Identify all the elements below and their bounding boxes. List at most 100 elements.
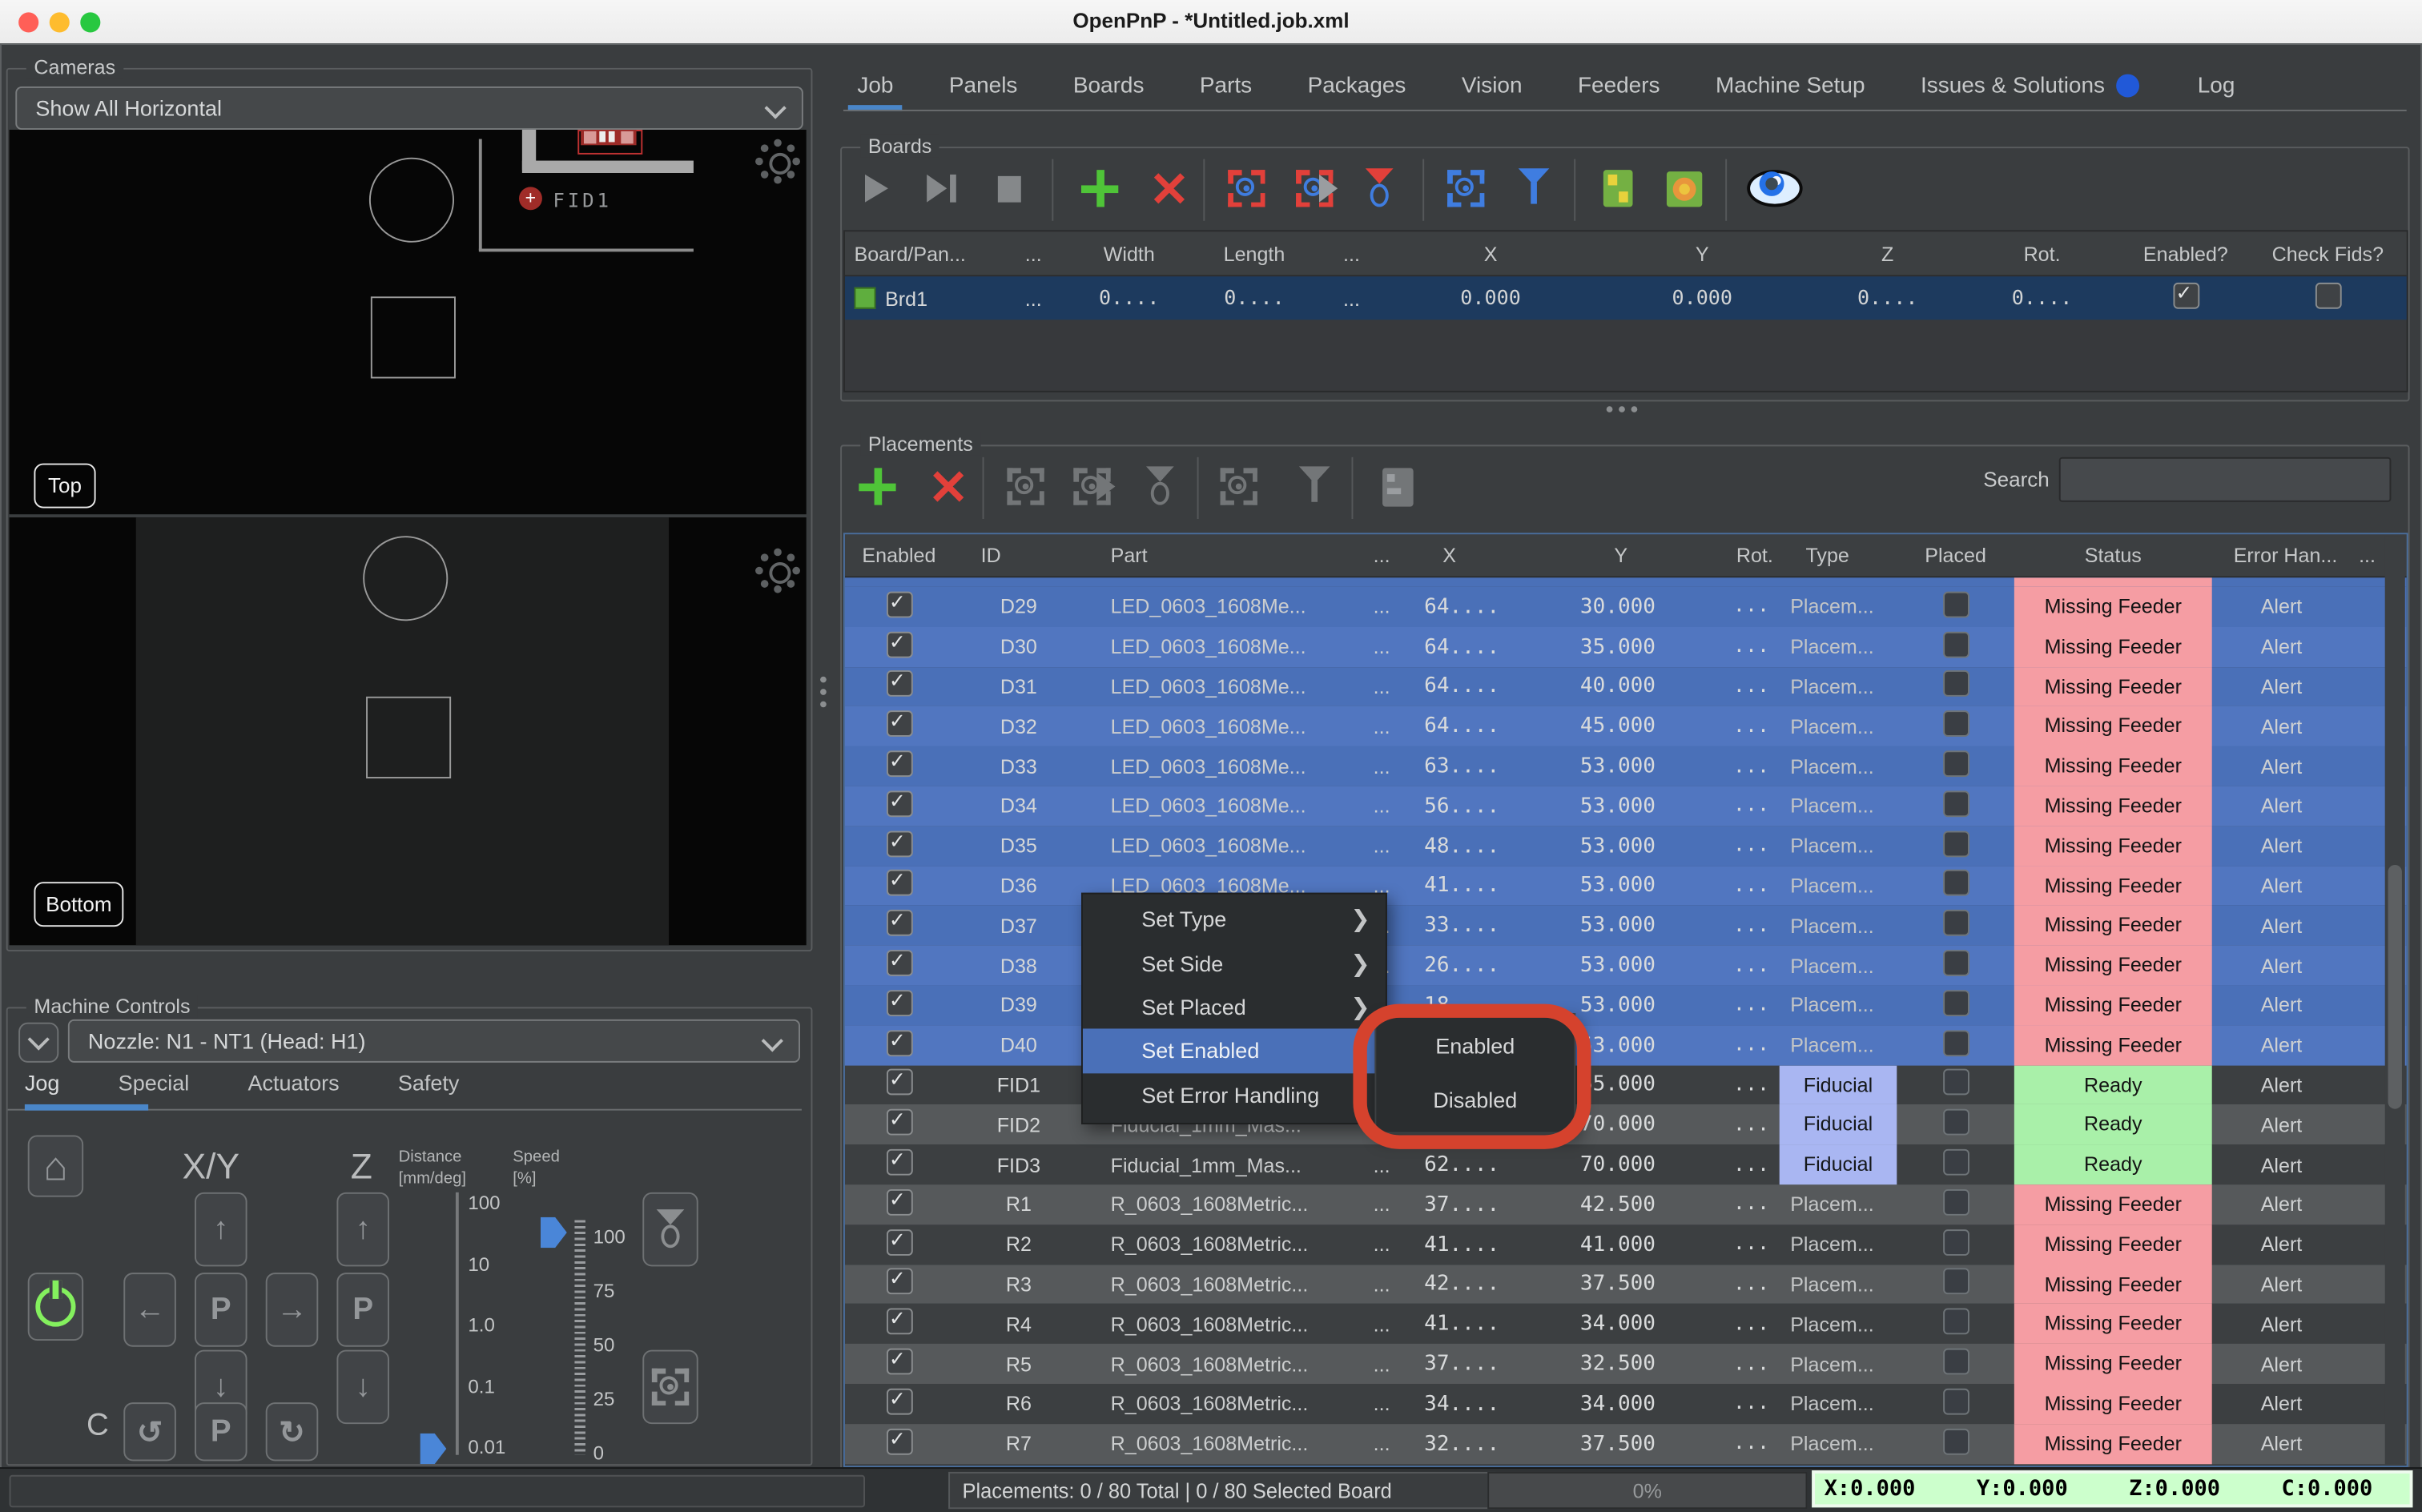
- table-row[interactable]: D30 LED_0603_1608Me... ... 64.... 35.000…: [845, 627, 2407, 667]
- enabled-checkbox[interactable]: [886, 1349, 912, 1375]
- table-row[interactable]: R6 R_0603_1608Metric... ... 34.... 34.00…: [845, 1384, 2407, 1424]
- table-row[interactable]: D33 LED_0603_1608Me... ... 63.... 53.000…: [845, 746, 2407, 786]
- search-input[interactable]: [2059, 457, 2392, 502]
- table-row[interactable]: R5 R_0603_1608Metric... ... 37.... 32.50…: [845, 1344, 2407, 1384]
- table-row[interactable]: D38 LED_0603_1608Me... ... 26.... 53.000…: [845, 946, 2407, 986]
- enabled-checkbox[interactable]: [886, 910, 912, 936]
- position-tool-placement-button[interactable]: [1137, 460, 1183, 513]
- table-row[interactable]: D40 LED_0603_1608Me... ... 11.... 53.000…: [845, 1025, 2407, 1065]
- main-tab[interactable]: Vision: [1462, 62, 1523, 110]
- enabled-checkbox[interactable]: [886, 1189, 912, 1216]
- remove-placement-button[interactable]: [923, 460, 970, 513]
- enabled-checkbox[interactable]: [886, 790, 912, 817]
- jog-z-plus-button[interactable]: ↑: [336, 1192, 389, 1267]
- scrollbar-thumb[interactable]: [2388, 865, 2402, 1109]
- placed-checkbox[interactable]: [1942, 671, 1969, 698]
- placed-checkbox[interactable]: [1942, 950, 1969, 976]
- position-tool-board-button[interactable]: [1511, 162, 1557, 215]
- table-row[interactable]: D36 LED_0603_1608Me... ... 41.... 53.000…: [845, 866, 2407, 906]
- two-placements-button[interactable]: [1594, 162, 1640, 215]
- enabled-checkbox[interactable]: [886, 1149, 912, 1176]
- placed-checkbox[interactable]: [1942, 1349, 1969, 1375]
- position-tool-button[interactable]: [642, 1192, 698, 1267]
- placed-checkbox[interactable]: [1942, 1269, 1969, 1295]
- col-header[interactable]: Placed: [1897, 544, 2014, 567]
- enabled-checkbox[interactable]: [886, 711, 912, 738]
- capture-camera-location-button[interactable]: [1223, 162, 1269, 215]
- enabled-checkbox[interactable]: [886, 1109, 912, 1136]
- enabled-checkbox[interactable]: [886, 1228, 912, 1255]
- col-header[interactable]: Rot.: [1965, 242, 2119, 265]
- col-header[interactable]: Error Han...: [2212, 544, 2352, 567]
- table-row[interactable]: R7 R_0603_1608Metric... ... 32.... 37.50…: [845, 1424, 2407, 1464]
- enabled-checkbox[interactable]: [2173, 283, 2199, 309]
- col-header[interactable]: Part: [1084, 544, 1339, 567]
- park-xy-button[interactable]: P: [195, 1273, 247, 1347]
- placed-checkbox[interactable]: [1942, 1309, 1969, 1335]
- capture-tool-location-button[interactable]: [1291, 162, 1338, 215]
- job-stop-button[interactable]: [985, 162, 1032, 215]
- position-funnel-placement-button[interactable]: [1291, 460, 1338, 513]
- machine-tab[interactable]: Safety: [398, 1070, 460, 1095]
- placed-checkbox[interactable]: [1942, 1189, 1969, 1216]
- placed-checkbox[interactable]: [1942, 711, 1969, 738]
- table-row[interactable]: D37 LED_0603_1608Me... ... 33.... 53.000…: [845, 906, 2407, 946]
- vertical-scrollbar[interactable]: [2385, 536, 2405, 1464]
- placed-checkbox[interactable]: [1942, 790, 1969, 817]
- col-header[interactable]: Status: [2014, 544, 2212, 567]
- panel-splitter-handle[interactable]: [820, 677, 827, 708]
- top-camera-view[interactable]: + FID1 Top: [10, 130, 807, 514]
- table-row[interactable]: D31 LED_0603_1608Me... ... 64.... 40.000…: [845, 666, 2407, 706]
- speed-slider-ruler[interactable]: [574, 1220, 585, 1455]
- table-row[interactable]: R4 R_0603_1608Metric... ... 41.... 34.00…: [845, 1304, 2407, 1344]
- rotate-cw-button[interactable]: ↻: [266, 1402, 319, 1461]
- jog-y-plus-button[interactable]: ↑: [195, 1192, 247, 1267]
- enabled-checkbox[interactable]: [886, 1269, 912, 1295]
- table-row[interactable]: D39 LED_0603_1608Me... ... 18.... 53.000…: [845, 985, 2407, 1025]
- placed-checkbox[interactable]: [1942, 1109, 1969, 1136]
- enabled-checkbox[interactable]: [886, 950, 912, 976]
- placed-checkbox[interactable]: [1942, 631, 1969, 657]
- table-row[interactable]: D32 LED_0603_1608Me... ... 64.... 45.000…: [845, 706, 2407, 746]
- home-button[interactable]: ⌂: [28, 1135, 83, 1196]
- placed-checkbox[interactable]: [1942, 1069, 1969, 1096]
- park-z-button[interactable]: P: [336, 1273, 389, 1347]
- edit-placement-button[interactable]: [1374, 460, 1421, 513]
- enabled-checkbox[interactable]: [886, 591, 912, 617]
- nozzle-select[interactable]: Nozzle: N1 - NT1 (Head: H1): [68, 1019, 800, 1063]
- col-header[interactable]: X: [1424, 544, 1579, 567]
- bottom-camera-view[interactable]: Bottom: [10, 517, 807, 945]
- enabled-checkbox[interactable]: [886, 871, 912, 897]
- placed-checkbox[interactable]: [1942, 871, 1969, 897]
- col-header[interactable]: ...: [1339, 544, 1424, 567]
- col-header[interactable]: Z: [1810, 242, 1965, 265]
- show-placements-button[interactable]: [1745, 162, 1804, 215]
- rotate-ccw-button[interactable]: ↺: [123, 1402, 176, 1461]
- context-menu-item[interactable]: Set Type ❯: [1083, 897, 1386, 941]
- col-header[interactable]: Type: [1780, 544, 1897, 567]
- col-header[interactable]: Y: [1594, 242, 1810, 265]
- check-fids-checkbox[interactable]: [2315, 283, 2341, 309]
- nozzle-collapse-button[interactable]: [18, 1023, 58, 1063]
- jog-x-plus-button[interactable]: →: [266, 1273, 319, 1347]
- table-row[interactable]: R1 R_0603_1608Metric... ... 37.... 42.50…: [845, 1184, 2407, 1224]
- col-header[interactable]: ...: [2351, 544, 2383, 567]
- col-header[interactable]: Enabled: [845, 544, 953, 567]
- enabled-checkbox[interactable]: [886, 1388, 912, 1414]
- placed-checkbox[interactable]: [1942, 591, 1969, 617]
- park-c-button[interactable]: P: [195, 1402, 247, 1461]
- col-header[interactable]: ...: [1316, 242, 1387, 265]
- main-tab[interactable]: Packages: [1308, 62, 1406, 110]
- enabled-checkbox[interactable]: [886, 1030, 912, 1056]
- fiducial-check-button[interactable]: [1660, 162, 1707, 215]
- add-board-button[interactable]: [1076, 162, 1123, 215]
- machine-tab[interactable]: Special: [119, 1070, 190, 1095]
- col-header[interactable]: Y: [1579, 544, 1730, 567]
- distance-slider-track[interactable]: [456, 1192, 459, 1455]
- main-tab[interactable]: Issues & Solutions: [1921, 62, 2105, 110]
- enabled-checkbox[interactable]: [886, 1309, 912, 1335]
- jog-x-minus-button[interactable]: ←: [123, 1273, 176, 1347]
- capture-tool-placement-button[interactable]: [1069, 460, 1116, 513]
- camera-select[interactable]: Show All Horizontal: [15, 86, 803, 130]
- context-menu-item[interactable]: Set Error Handling: [1083, 1073, 1386, 1117]
